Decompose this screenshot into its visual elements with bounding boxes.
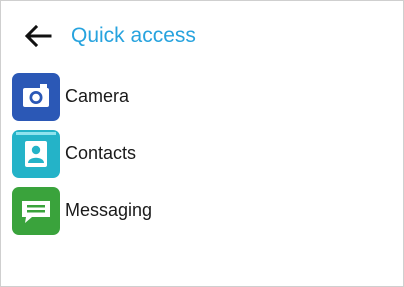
contacts-label: Contacts bbox=[65, 143, 137, 163]
list-item-camera[interactable]: Camera bbox=[1, 71, 403, 121]
camera-label: Camera bbox=[65, 86, 130, 106]
quick-access-screen: Quick access Camera Contacts Messaging bbox=[0, 0, 404, 287]
camera-icon bbox=[12, 73, 60, 121]
contacts-icon bbox=[12, 130, 60, 178]
arrow-left-icon bbox=[24, 24, 52, 48]
list-item-contacts[interactable]: Contacts bbox=[1, 128, 403, 178]
page-title: Quick access bbox=[71, 24, 196, 47]
app-header: Quick access bbox=[1, 1, 403, 69]
back-button[interactable] bbox=[23, 23, 53, 49]
list-item-messaging[interactable]: Messaging bbox=[1, 185, 403, 235]
messaging-icon bbox=[12, 187, 60, 235]
messaging-label: Messaging bbox=[65, 200, 153, 220]
